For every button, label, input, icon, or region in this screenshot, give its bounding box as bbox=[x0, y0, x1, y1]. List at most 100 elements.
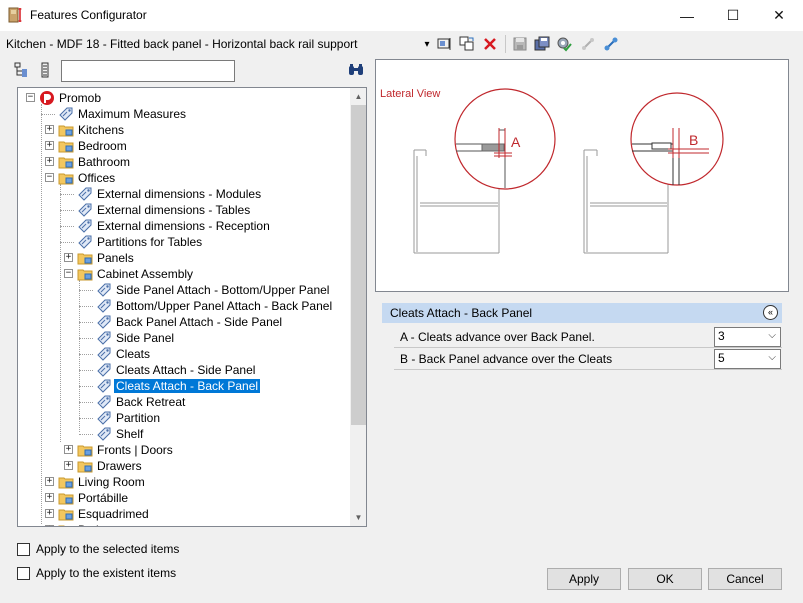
expand-tree-icon[interactable] bbox=[14, 62, 30, 81]
tree-item[interactable]: External dimensions - Reception bbox=[18, 218, 348, 234]
link-disabled-icon[interactable] bbox=[579, 35, 597, 53]
tag-icon bbox=[96, 378, 112, 394]
link-icon[interactable] bbox=[602, 35, 620, 53]
save-all-icon[interactable] bbox=[533, 35, 551, 53]
folder-icon bbox=[77, 442, 93, 458]
collapse-section-icon[interactable]: « bbox=[763, 305, 778, 320]
property-a-select[interactable]: 3 ⌵ bbox=[714, 327, 781, 347]
select-items-icon[interactable] bbox=[436, 35, 454, 53]
tree-item-label: Bydn bbox=[76, 523, 107, 526]
tree-item-label: Side Panel bbox=[116, 331, 175, 345]
property-b-select[interactable]: 5 ⌵ bbox=[714, 349, 781, 369]
lateral-view-diagram: A B bbox=[413, 88, 724, 254]
tree-scrollbar[interactable]: ▲ ▼ bbox=[350, 88, 366, 526]
tree-item-label: Cleats Attach - Side Panel bbox=[116, 363, 256, 377]
tree-item[interactable]: + Bathroom bbox=[18, 154, 348, 170]
scroll-thumb[interactable] bbox=[351, 105, 366, 425]
tree-item[interactable]: + Drawers bbox=[18, 458, 348, 474]
tree-item[interactable]: + Bedroom bbox=[18, 138, 348, 154]
expand-plus-icon[interactable]: + bbox=[45, 125, 54, 134]
delete-icon[interactable] bbox=[481, 35, 499, 53]
checkbox-box[interactable] bbox=[17, 566, 30, 580]
expand-plus-icon[interactable]: + bbox=[45, 493, 54, 502]
tree-item[interactable]: + Esquadrimed bbox=[18, 506, 348, 522]
tree-item[interactable]: Shelf bbox=[18, 426, 348, 442]
tree-item[interactable]: Bottom/Upper Panel Attach - Back Panel bbox=[18, 298, 348, 314]
tree-item[interactable]: − Cabinet Assembly bbox=[18, 266, 348, 282]
expand-plus-icon[interactable]: + bbox=[45, 141, 54, 150]
minimize-button[interactable]: — bbox=[664, 0, 710, 31]
collapse-minus-icon[interactable]: − bbox=[64, 269, 73, 278]
tree-item[interactable]: + Kitchens bbox=[18, 122, 348, 138]
tree-item[interactable]: Cleats Attach - Side Panel bbox=[18, 362, 348, 378]
tree-item-label: Cleats Attach - Back Panel bbox=[114, 379, 261, 393]
tree-item-label: Bottom/Upper Panel Attach - Back Panel bbox=[116, 299, 333, 313]
close-button[interactable]: ✕ bbox=[756, 0, 802, 31]
tree-content: − Promob Maximum Measures + Kitchens + Bedroom… bbox=[18, 88, 350, 526]
tree-item[interactable]: + Living Room bbox=[18, 474, 348, 490]
tree-item[interactable]: + Panels bbox=[18, 250, 348, 266]
tree-item-label: Fronts | Doors bbox=[97, 443, 173, 457]
tree-item[interactable]: Cleats bbox=[18, 346, 348, 362]
tree-item[interactable]: + Bydn bbox=[18, 522, 348, 526]
properties-title: Cleats Attach - Back Panel bbox=[390, 306, 533, 320]
tree-search-input[interactable] bbox=[61, 60, 235, 82]
binoculars-search-icon[interactable] bbox=[348, 63, 364, 80]
tree-item[interactable]: External dimensions - Tables bbox=[18, 202, 348, 218]
expand-plus-icon[interactable]: + bbox=[45, 525, 54, 526]
tree-item[interactable]: Side Panel bbox=[18, 330, 348, 346]
cancel-button[interactable]: Cancel bbox=[708, 568, 782, 590]
tree-item[interactable]: Back Panel Attach - Side Panel bbox=[18, 314, 348, 330]
folder-icon bbox=[77, 266, 93, 282]
property-b-label: B - Back Panel advance over the Cleats bbox=[400, 352, 613, 366]
tree-connector-line bbox=[79, 354, 93, 355]
tree-item[interactable]: Partition bbox=[18, 410, 348, 426]
path-dropdown-icon[interactable]: ▾ bbox=[418, 35, 436, 53]
tree-item[interactable]: − Promob bbox=[18, 90, 348, 106]
tree-item[interactable]: Partitions for Tables bbox=[18, 234, 348, 250]
properties-header[interactable]: Cleats Attach - Back Panel « bbox=[382, 303, 782, 323]
apply-selected-checkbox[interactable]: Apply to the selected items bbox=[17, 542, 179, 556]
expand-plus-icon[interactable]: + bbox=[45, 509, 54, 518]
apply-existent-checkbox[interactable]: Apply to the existent items bbox=[17, 566, 176, 580]
collapse-minus-icon[interactable]: − bbox=[45, 173, 54, 182]
tree-item[interactable]: − Offices bbox=[18, 170, 348, 186]
collapse-minus-icon[interactable]: − bbox=[26, 93, 35, 102]
tree-item[interactable]: Side Panel Attach - Bottom/Upper Panel bbox=[18, 282, 348, 298]
tree-item-label: External dimensions - Tables bbox=[97, 203, 251, 217]
save-icon[interactable] bbox=[511, 35, 529, 53]
tree-connector-line bbox=[79, 386, 93, 387]
scroll-up-icon[interactable]: ▲ bbox=[350, 88, 366, 105]
tree-connector-line bbox=[79, 306, 93, 307]
folder-icon bbox=[58, 522, 74, 526]
apply-button[interactable]: Apply bbox=[547, 568, 621, 590]
copy-paste-icon[interactable] bbox=[458, 35, 476, 53]
tree-item-label: Cleats bbox=[116, 347, 151, 361]
settings-check-icon[interactable] bbox=[555, 35, 573, 53]
tree-item[interactable]: External dimensions - Modules bbox=[18, 186, 348, 202]
tag-icon bbox=[77, 202, 93, 218]
marker-a-text: A bbox=[511, 134, 521, 150]
expand-plus-icon[interactable]: + bbox=[64, 445, 73, 454]
tree-item[interactable]: Maximum Measures bbox=[18, 106, 348, 122]
tree-item[interactable]: Cleats Attach - Back Panel bbox=[18, 378, 348, 394]
maximize-button[interactable]: ☐ bbox=[710, 0, 756, 31]
tree-item[interactable]: Back Retreat bbox=[18, 394, 348, 410]
collapse-tree-icon[interactable] bbox=[40, 62, 54, 81]
expand-plus-icon[interactable]: + bbox=[64, 253, 73, 262]
tree-item-label: Panels bbox=[97, 251, 134, 265]
expand-plus-icon[interactable]: + bbox=[45, 157, 54, 166]
tag-icon bbox=[96, 426, 112, 442]
scroll-down-icon[interactable]: ▼ bbox=[350, 509, 366, 526]
property-b-value: 5 bbox=[718, 351, 725, 365]
properties-panel: Cleats Attach - Back Panel « A - Cleats … bbox=[382, 303, 782, 370]
tag-icon bbox=[96, 330, 112, 346]
checkbox-box[interactable] bbox=[17, 542, 30, 556]
tree-item[interactable]: + Portábille bbox=[18, 490, 348, 506]
ok-button[interactable]: OK bbox=[628, 568, 702, 590]
tree-item[interactable]: + Fronts | Doors bbox=[18, 442, 348, 458]
expand-plus-icon[interactable]: + bbox=[45, 477, 54, 486]
expand-plus-icon[interactable]: + bbox=[64, 461, 73, 470]
features-tree[interactable]: − Promob Maximum Measures + Kitchens + Bedroom… bbox=[17, 87, 367, 527]
tree-item-label: Kitchens bbox=[78, 123, 125, 137]
